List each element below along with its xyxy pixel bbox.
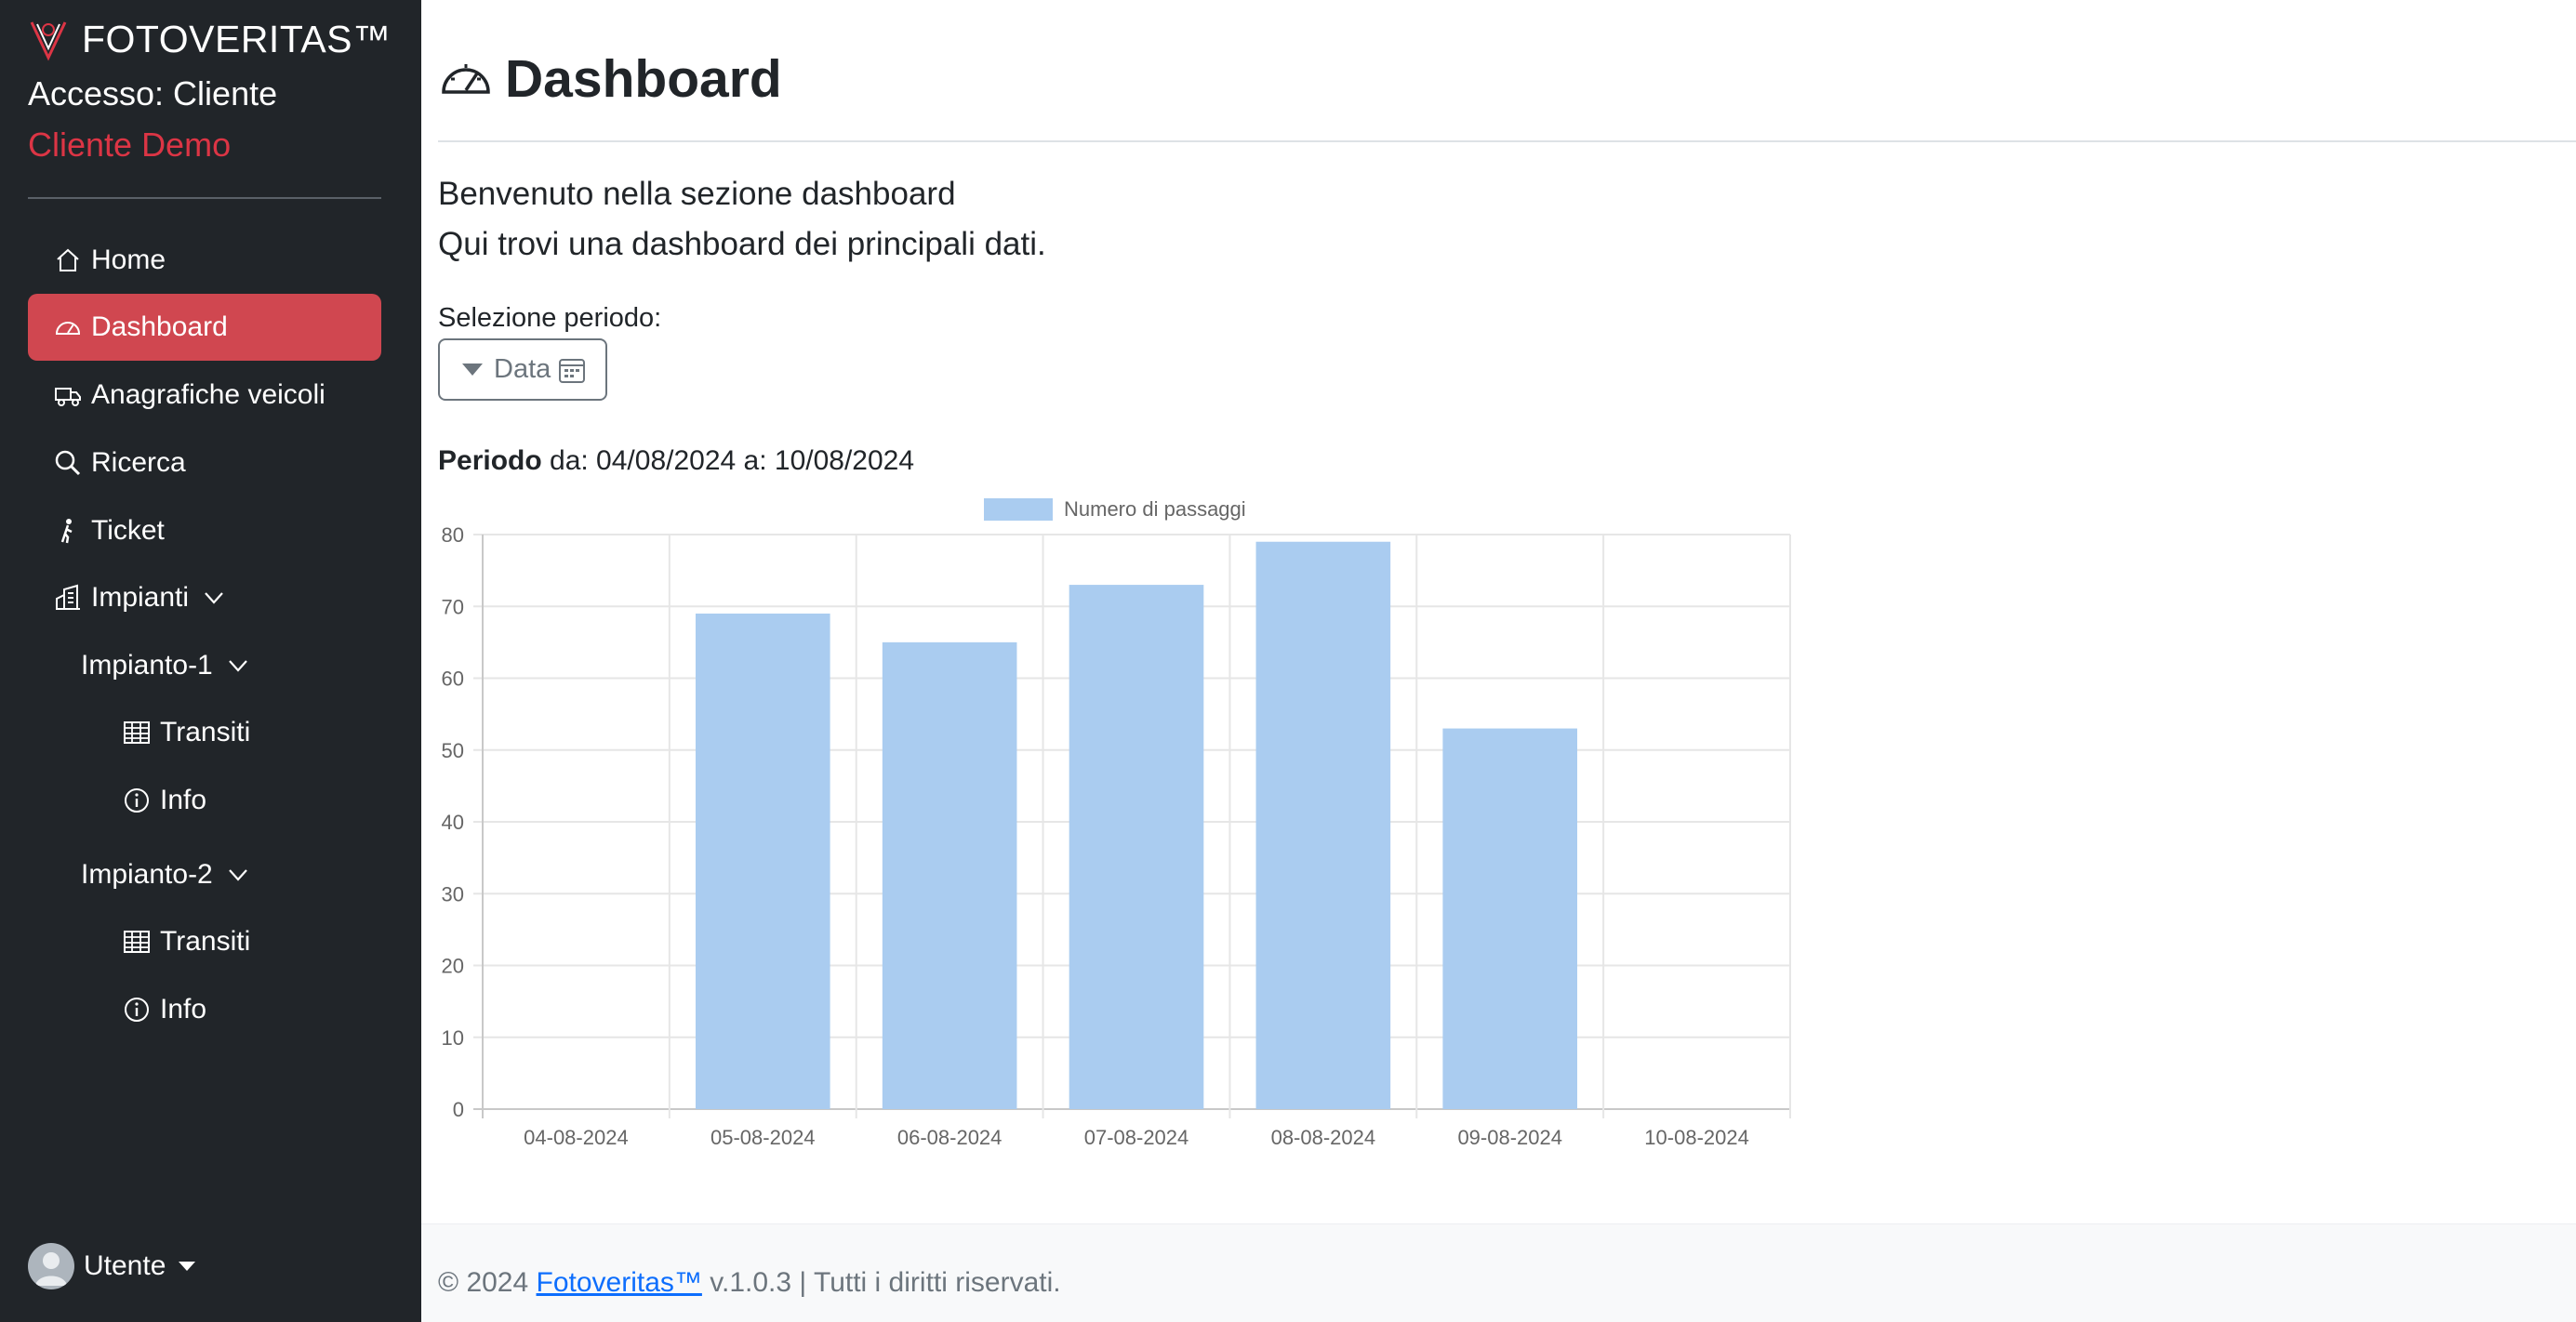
sidebar-item-ricerca[interactable]: Ricerca xyxy=(28,430,381,496)
sidebar-item-label: Impianto-2 xyxy=(81,859,213,890)
speedometer-icon xyxy=(52,311,84,343)
y-tick-label: 50 xyxy=(442,739,464,762)
legend-swatch xyxy=(984,498,1053,521)
caret-down-icon xyxy=(462,364,483,376)
title-divider xyxy=(438,140,2576,142)
footer-text: © 2024 Fotoveritas™ v.1.0.3 | Tutti i di… xyxy=(438,1267,1061,1299)
footer: © 2024 Fotoveritas™ v.1.0.3 | Tutti i di… xyxy=(421,1223,2576,1322)
info-circle-icon xyxy=(121,994,153,1025)
bar xyxy=(1442,728,1578,1109)
footer-link[interactable]: Fotoveritas™ xyxy=(537,1267,702,1298)
bar xyxy=(1069,585,1204,1109)
chevron-down-icon xyxy=(226,863,250,887)
passages-bar-chart: Numero di passaggi 0 10 20 30 40 50 60 70 80 04-08… xyxy=(442,497,1791,1149)
sidebar-item-impianto-2-transiti[interactable]: Transiti xyxy=(28,908,381,975)
calendar-icon xyxy=(559,358,586,383)
sidebar-item-label: Impianto-1 xyxy=(81,650,213,681)
client-name: Cliente Demo xyxy=(28,126,232,164)
sidebar-item-label: Dashboard xyxy=(91,311,228,342)
x-tick-label: 08-08-2024 xyxy=(1271,1126,1376,1149)
sidebar-item-impianto-2[interactable]: Impianto-2 xyxy=(28,841,381,908)
sidebar-item-label: Info xyxy=(160,994,207,1025)
table-icon xyxy=(121,926,153,958)
x-tick-label: 10-08-2024 xyxy=(1644,1126,1749,1149)
avatar xyxy=(28,1243,74,1289)
house-icon xyxy=(52,245,84,276)
y-tick-label: 40 xyxy=(442,811,464,834)
y-tick-label: 0 xyxy=(453,1098,464,1121)
sidebar-item-label: Ricerca xyxy=(91,447,186,478)
sidebar-item-label: Transiti xyxy=(160,717,251,747)
y-tick-label: 60 xyxy=(442,668,464,691)
sidebar-item-home[interactable]: Home xyxy=(28,227,381,294)
chevron-down-icon xyxy=(226,654,250,678)
welcome-text: Benvenuto nella sezione dashboard xyxy=(438,176,956,212)
x-tick-label: 09-08-2024 xyxy=(1457,1126,1562,1149)
x-tick-label: 05-08-2024 xyxy=(710,1126,816,1149)
welcome-subtext: Qui trovi una dashboard dei principali d… xyxy=(438,226,1046,262)
sidebar-item-label: Transiti xyxy=(160,926,251,957)
sidebar-item-impianto-1-info[interactable]: Info xyxy=(28,767,381,834)
sidebar-item-anagrafiche-veicoli[interactable]: Anagrafiche veicoli xyxy=(28,362,381,429)
sidebar-item-impianto-2-info[interactable]: Info xyxy=(28,976,381,1043)
page-title: Dashboard xyxy=(438,48,782,110)
caret-down-icon xyxy=(179,1262,196,1271)
brand[interactable]: FOTOVERITAS™ xyxy=(28,17,392,61)
y-tick-label: 30 xyxy=(442,882,464,906)
user-label: Utente xyxy=(84,1250,166,1281)
bar xyxy=(695,613,830,1109)
period-selection-label: Selezione periodo: xyxy=(438,303,662,333)
speedometer-icon xyxy=(442,64,490,94)
x-tick-label: 07-08-2024 xyxy=(1084,1126,1189,1149)
sidebar: FOTOVERITAS™ Accesso: Cliente Cliente De… xyxy=(0,0,421,1322)
brand-name: FOTOVERITAS™ xyxy=(82,17,392,60)
sidebar-item-label: Anagrafiche veicoli xyxy=(91,379,325,410)
y-tick-label: 80 xyxy=(442,523,464,547)
y-tick-label: 20 xyxy=(442,955,464,978)
user-menu[interactable]: Utente xyxy=(28,1243,196,1289)
person-walking-icon xyxy=(52,515,84,547)
bar xyxy=(882,641,1017,1109)
x-tick-label: 04-08-2024 xyxy=(524,1126,629,1149)
page-title-text: Dashboard xyxy=(505,49,782,109)
footer-copyright: © 2024 xyxy=(438,1267,537,1298)
period-range-value: da: 04/08/2024 a: 10/08/2024 xyxy=(541,445,915,476)
sidebar-item-label: Ticket xyxy=(91,515,165,546)
table-icon xyxy=(121,717,153,748)
sidebar-item-impianto-1-transiti[interactable]: Transiti xyxy=(28,699,381,766)
legend-label: Numero di passaggi xyxy=(1064,497,1246,521)
sidebar-item-label: Impianti xyxy=(91,582,190,613)
footer-version: v.1.0.3 | Tutti i diritti riservati. xyxy=(701,1267,1061,1298)
search-icon xyxy=(52,447,84,479)
sidebar-divider xyxy=(28,197,381,199)
access-level: Accesso: Cliente xyxy=(28,74,278,112)
date-button-label: Data xyxy=(494,354,551,384)
sidebar-item-label: Home xyxy=(91,245,166,275)
sidebar-item-label: Info xyxy=(160,785,207,815)
chevron-down-icon xyxy=(202,586,226,610)
sidebar-item-ticket[interactable]: Ticket xyxy=(28,497,381,564)
bar xyxy=(1255,541,1391,1109)
x-tick-label: 06-08-2024 xyxy=(897,1126,1003,1149)
sidebar-item-impianti[interactable]: Impianti xyxy=(28,564,381,631)
fotoveritas-logo-icon xyxy=(30,21,67,61)
y-tick-label: 70 xyxy=(442,595,464,618)
period-range: Periodo da: 04/08/2024 a: 10/08/2024 xyxy=(438,445,914,477)
sidebar-item-dashboard[interactable]: Dashboard xyxy=(28,294,381,361)
info-circle-icon xyxy=(121,785,153,816)
y-tick-label: 10 xyxy=(442,1026,464,1050)
buildings-icon xyxy=(52,582,84,614)
sidebar-item-impianto-1[interactable]: Impianto-1 xyxy=(28,632,381,699)
truck-icon xyxy=(52,379,84,411)
main-content: Dashboard Benvenuto nella sezione dashbo… xyxy=(421,0,2576,1322)
period-range-label: Periodo xyxy=(438,445,542,476)
date-dropdown-button[interactable]: Data xyxy=(438,338,607,401)
